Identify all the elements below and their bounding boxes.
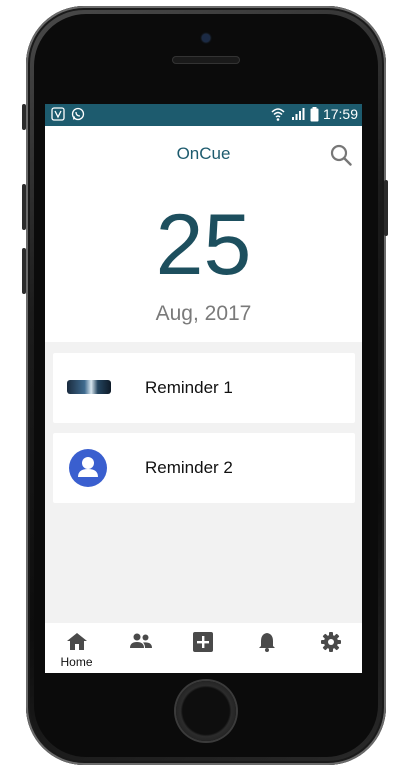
power-button <box>384 180 388 236</box>
nav-people[interactable] <box>108 623 171 673</box>
reminder-card[interactable]: Reminder 1 <box>53 353 355 423</box>
status-bar: 17:59 <box>45 104 362 126</box>
front-camera <box>202 34 210 42</box>
volume-up-button <box>22 184 26 230</box>
nav-settings[interactable] <box>299 623 362 673</box>
reminder-label: Reminder 1 <box>145 378 233 397</box>
nav-home-label: Home <box>60 655 93 669</box>
person-avatar-icon <box>69 449 107 487</box>
reminder-label: Reminder 2 <box>145 458 233 477</box>
nav-home[interactable]: Home <box>45 623 108 673</box>
battery-icon <box>310 106 319 121</box>
status-time: 17:59 <box>322 106 358 122</box>
earpiece-speaker <box>172 56 240 64</box>
volume-down-button <box>22 248 26 294</box>
nav-notifications[interactable] <box>235 623 298 673</box>
signal-icon <box>291 108 305 120</box>
app-title: OnCue <box>176 144 231 163</box>
people-icon <box>130 633 152 648</box>
search-icon[interactable] <box>330 144 352 166</box>
wifi-icon <box>271 108 285 121</box>
gear-icon <box>321 632 341 652</box>
app-screen: 17:59 OnCue 25 Aug, 2017 Reminder 1 Remi… <box>45 104 362 673</box>
notification-app-icon <box>51 107 65 121</box>
month-year: Aug, 2017 <box>155 302 252 325</box>
bottom-navigation: Home <box>45 623 362 673</box>
home-icon <box>67 633 87 650</box>
nav-add[interactable] <box>171 623 234 673</box>
day-number: 25 <box>155 197 252 293</box>
mute-switch <box>22 104 26 130</box>
reminder-card[interactable]: Reminder 2 <box>53 433 355 503</box>
reminder-thumbnail <box>67 380 111 394</box>
add-box-icon <box>193 632 213 652</box>
bell-icon <box>259 633 275 652</box>
home-hardware-button[interactable] <box>176 681 236 741</box>
app-bar: OnCue <box>45 126 362 182</box>
whatsapp-icon <box>71 107 85 121</box>
date-header: 25 Aug, 2017 <box>45 182 362 342</box>
